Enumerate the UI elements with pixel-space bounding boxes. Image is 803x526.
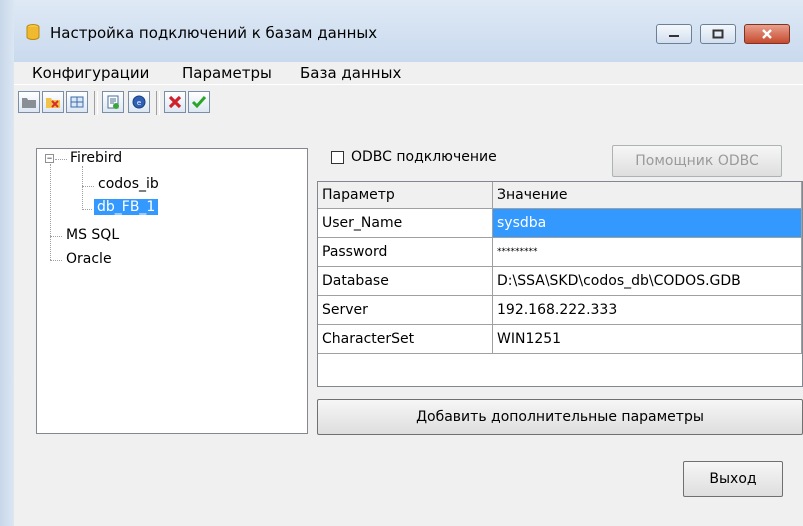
main-window: Настройка подключений к базам данных Кон… xyxy=(0,0,803,526)
tree-connector xyxy=(50,164,51,260)
menu-database[interactable]: База данных xyxy=(300,64,401,82)
param-name-cell[interactable]: User_Name xyxy=(318,208,493,238)
toolbar-separator xyxy=(156,91,160,115)
minimize-button[interactable] xyxy=(656,24,692,44)
table-row[interactable]: User_Name sysdba xyxy=(318,208,802,238)
tree-connector xyxy=(50,236,62,237)
param-name-cell[interactable]: Server xyxy=(318,295,493,325)
connect-icon xyxy=(70,96,84,108)
toolbar-new-doc-button[interactable] xyxy=(102,91,124,113)
tree-connector xyxy=(82,186,94,187)
cancel-icon xyxy=(168,95,182,109)
toolbar-test-connection-button[interactable]: e xyxy=(128,91,150,113)
odbc-label: ODBC подключение xyxy=(351,149,497,165)
tree-connector xyxy=(50,260,62,261)
tree-item-db-fb-1[interactable]: db_FB_1 xyxy=(94,199,159,215)
toolbar-cancel-button[interactable] xyxy=(164,91,186,113)
test-connection-icon: e xyxy=(132,95,146,109)
param-name-cell[interactable]: CharacterSet xyxy=(318,324,493,354)
menu-bar: Конфигурации Параметры База данных xyxy=(14,62,803,84)
parameters-grid[interactable]: Параметр Значение User_Name sysdba Passw… xyxy=(317,181,803,387)
maximize-button[interactable] xyxy=(700,24,736,44)
tree-item-oracle[interactable]: Oracle xyxy=(66,251,112,267)
param-value-cell[interactable]: ********* xyxy=(492,237,802,267)
parameters-table: Параметр Значение User_Name sysdba Passw… xyxy=(318,182,802,354)
toolbar-delete-folder-button[interactable] xyxy=(42,91,64,113)
delete-folder-icon xyxy=(46,98,60,108)
connections-tree[interactable] xyxy=(36,148,308,434)
table-header-row: Параметр Значение xyxy=(318,182,802,209)
minimize-icon xyxy=(669,35,679,37)
param-value-cell[interactable]: D:\SSA\SKD\codos_db\CODOS.GDB xyxy=(492,266,802,296)
close-icon xyxy=(762,29,772,39)
add-parameters-button[interactable]: Добавить дополнительные параметры xyxy=(317,399,803,435)
exit-button[interactable]: Выход xyxy=(683,461,783,497)
column-header-parameter[interactable]: Параметр xyxy=(318,182,493,209)
svg-text:e: e xyxy=(137,99,141,107)
tree-connector xyxy=(82,209,92,210)
new-doc-icon xyxy=(107,95,119,109)
table-row[interactable]: Password ********* xyxy=(318,237,802,267)
toolbar-open-db-button[interactable] xyxy=(18,91,40,113)
toolbar: e xyxy=(14,84,803,127)
tree-item-firebird[interactable]: Firebird xyxy=(70,150,122,166)
open-db-icon xyxy=(22,98,36,108)
column-header-value[interactable]: Значение xyxy=(492,182,802,209)
menu-configurations[interactable]: Конфигурации xyxy=(32,64,149,82)
odbc-checkbox[interactable] xyxy=(331,151,344,164)
table-row[interactable]: CharacterSet WIN1251 xyxy=(318,324,802,354)
tree-item-ms-sql[interactable]: MS SQL xyxy=(66,227,119,243)
toolbar-apply-button[interactable] xyxy=(188,91,210,113)
database-icon xyxy=(26,24,40,40)
toolbar-separator xyxy=(94,91,98,115)
param-name-cell[interactable]: Database xyxy=(318,266,493,296)
toolbar-connect-button[interactable] xyxy=(66,91,88,113)
param-value-cell[interactable]: WIN1251 xyxy=(492,324,802,354)
param-value-cell[interactable]: 192.168.222.333 xyxy=(492,295,802,325)
table-row[interactable]: Database D:\SSA\SKD\codos_db\CODOS.GDB xyxy=(318,266,802,296)
window-left-edge xyxy=(0,0,14,526)
tree-connector xyxy=(55,159,67,160)
table-row[interactable]: Server 192.168.222.333 xyxy=(318,295,802,325)
maximize-icon xyxy=(712,29,724,39)
param-value-cell[interactable]: sysdba xyxy=(492,208,802,238)
param-name-cell[interactable]: Password xyxy=(318,237,493,267)
close-button[interactable] xyxy=(744,24,790,44)
odbc-helper-button[interactable]: Помощник ODBC xyxy=(612,145,782,177)
window-title: Настройка подключений к базам данных xyxy=(50,24,378,42)
expand-collapse-toggle[interactable]: − xyxy=(45,154,54,163)
tree-item-codos-ib[interactable]: codos_ib xyxy=(98,176,159,192)
tree-connector xyxy=(82,166,83,210)
apply-icon xyxy=(191,96,207,109)
menu-parameters[interactable]: Параметры xyxy=(182,64,272,82)
